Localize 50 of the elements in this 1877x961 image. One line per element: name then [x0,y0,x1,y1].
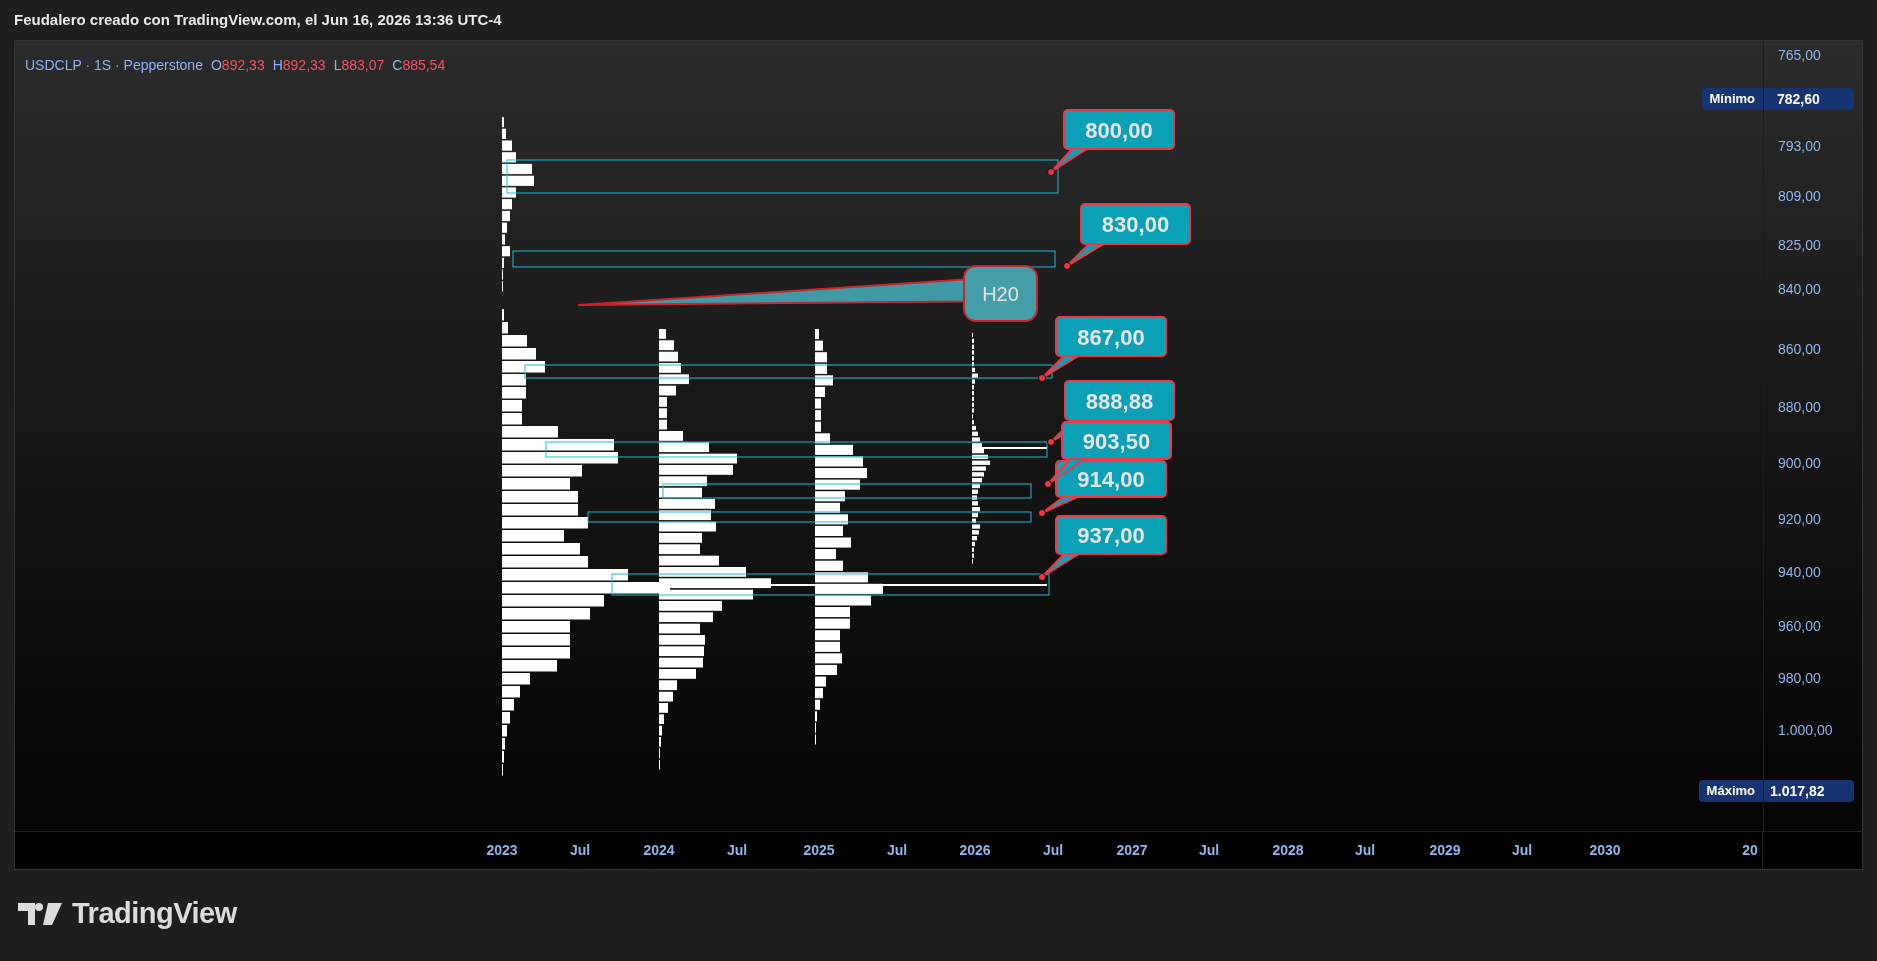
time-label: 20 [1742,843,1758,857]
time-label: Jul [886,843,908,857]
price-callout: 937,00 [1038,515,1167,581]
price-label: 1.000,00 [1778,723,1833,737]
logo-text: TradingView [72,896,237,931]
time-label: Jul [1198,843,1220,857]
max-value: 1.017,82 [1764,780,1854,802]
price-callout: 800,00 [1047,109,1175,176]
time-label: Jul [569,843,591,857]
price-label: 840,00 [1778,282,1821,296]
price-label: 860,00 [1778,342,1821,356]
time-label: 2024 [643,843,675,857]
ohlc-key: H [272,55,283,76]
ohlc-value: 892,33 [221,56,265,75]
price-label: 920,00 [1778,512,1821,526]
ohlc-key: O [210,55,222,76]
price-callout: 830,00 [1063,203,1191,270]
time-label: 2026 [959,843,991,857]
time-label: 2023 [486,843,518,857]
chart-title: Feudalero creado con TradingView.com, el Jun 16, 2026 13:36 UTC-4 [14,9,502,30]
ohlc-value: 892,33 [282,56,326,75]
time-label: Jul [1354,843,1376,857]
ohlc-key: C [392,55,403,76]
time-label: 2025 [803,843,835,857]
time-label: Jul [726,843,748,857]
time-label: 2030 [1589,843,1621,857]
ohlc-value: 885,54 [402,56,446,75]
symbol-label: USDCLP · 1S · Pepperstone [25,56,203,75]
ohlc-key: L [333,55,342,76]
price-label: 940,00 [1778,565,1821,579]
price-label: 825,00 [1778,238,1821,252]
time-label: 2028 [1272,843,1304,857]
time-label: 2027 [1116,843,1148,857]
logo-icon [18,901,62,926]
min-label: Mínimo [1701,88,1763,110]
price-label: 900,00 [1778,456,1821,470]
price-label: 793,00 [1778,139,1821,153]
price-callout: 867,00 [1038,316,1167,382]
price-label: 980,00 [1778,671,1821,685]
price-label: 880,00 [1778,400,1821,414]
price-label: 960,00 [1778,619,1821,633]
max-label: Máximo [1698,780,1763,802]
note-callout: H20 [578,265,1038,322]
price-label: 809,00 [1778,189,1821,203]
min-value: 782,60 [1764,88,1854,110]
time-label: Jul [1042,843,1064,857]
ohlc-value: 883,07 [341,56,385,75]
time-label: 2029 [1429,843,1461,857]
time-label: Jul [1511,843,1533,857]
price-label: 765,00 [1778,48,1821,62]
